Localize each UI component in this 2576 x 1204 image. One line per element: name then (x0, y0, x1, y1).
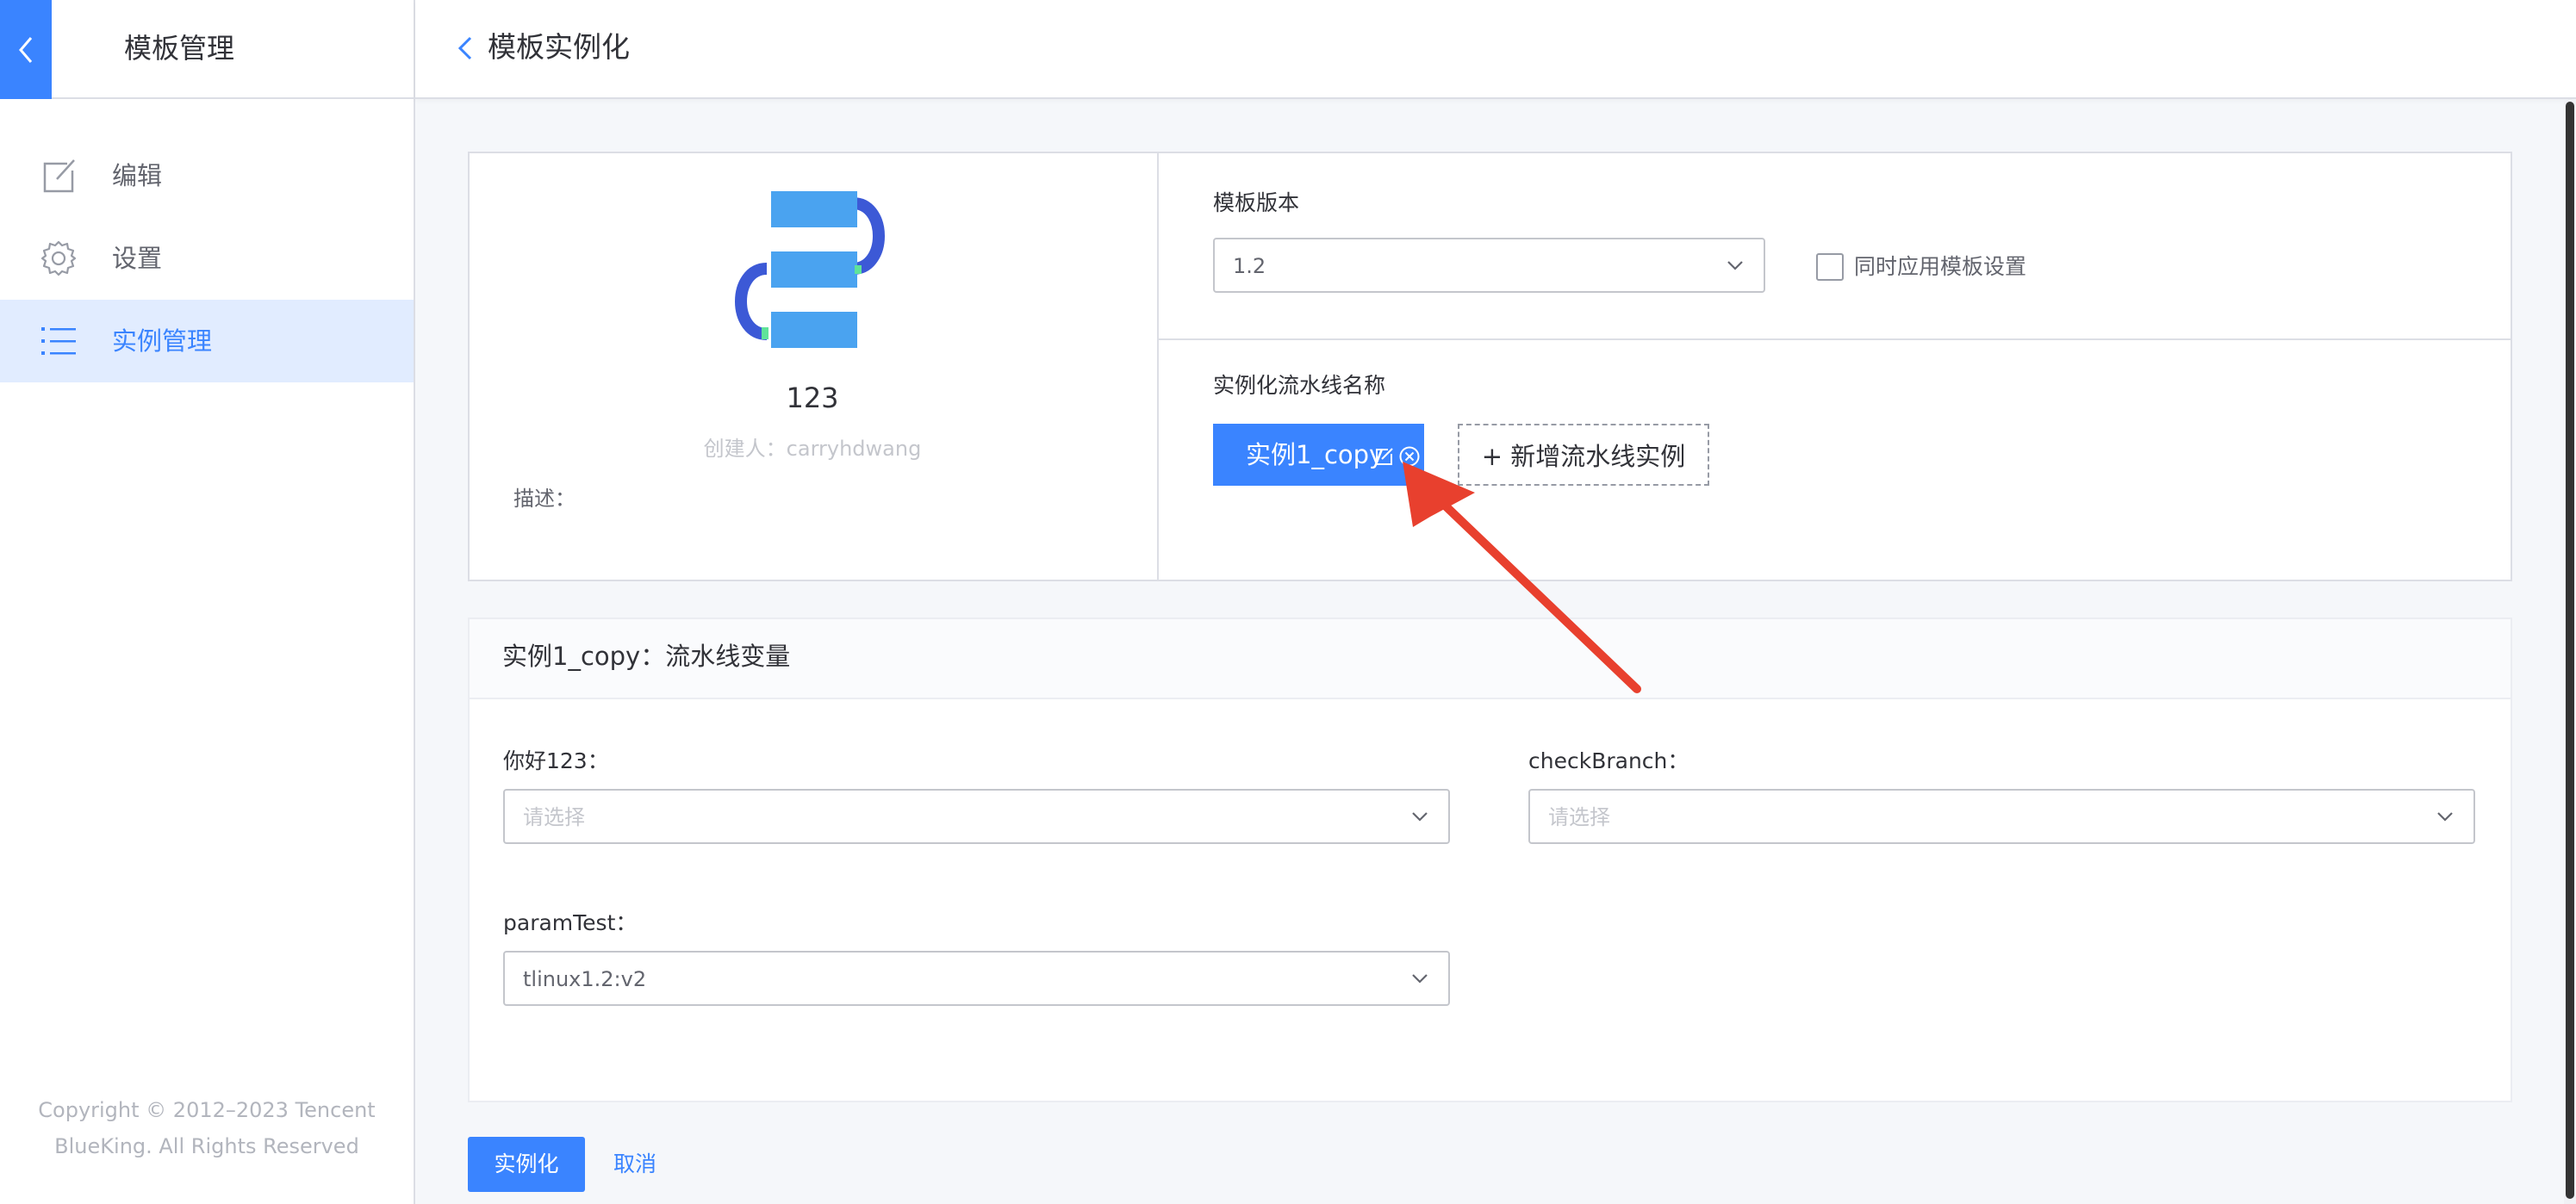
divider (1159, 338, 2512, 340)
select-placeholder: 请选择 (523, 805, 585, 829)
close-circle-icon[interactable] (1398, 445, 1421, 468)
scrollbar-thumb[interactable] (2566, 102, 2574, 1199)
instantiate-button-label: 实例化 (494, 1151, 559, 1176)
template-logo-icon (735, 191, 885, 348)
version-select[interactable]: 1.2 (1213, 238, 1765, 293)
instances-label: 实例化流水线名称 (1213, 373, 1386, 398)
edit-icon[interactable] (1374, 446, 1395, 467)
sidebar-item-instances[interactable]: 实例管理 (0, 300, 414, 382)
sidebar: 模板管理 编辑 设置 实例管理 Copyright © 2012–2023 Te… (0, 0, 415, 1204)
copyright: Copyright © 2012–2023 Tencent BlueKing. … (0, 1092, 414, 1164)
variable-select-paramtest[interactable]: tlinux1.2:v2 (503, 951, 1450, 1006)
sidebar-item-settings[interactable]: 设置 (0, 217, 414, 300)
copyright-line: Copyright © 2012–2023 Tencent (38, 1098, 376, 1122)
variable-select-nihao[interactable]: 请选择 (503, 789, 1450, 844)
variable-label: 你好123： (503, 748, 609, 773)
chevron-left-icon (19, 36, 33, 63)
instantiate-button[interactable]: 实例化 (468, 1137, 585, 1192)
edit-icon (43, 159, 75, 193)
divider (1157, 152, 1159, 581)
sidebar-item-label: 设置 (112, 244, 163, 273)
chevron-down-icon (1727, 261, 1743, 270)
version-value: 1.2 (1233, 254, 1266, 278)
gear-icon (40, 240, 77, 276)
apply-settings-checkbox[interactable] (1816, 253, 1844, 281)
sidebar-header: 模板管理 (0, 0, 414, 99)
variable-label: paramTest： (503, 910, 638, 935)
variables-title: 实例1_copy：流水线变量 (502, 642, 791, 671)
sidebar-item-edit[interactable]: 编辑 (0, 134, 414, 217)
page-title: 模板实例化 (488, 30, 630, 64)
select-value: tlinux1.2:v2 (523, 967, 647, 991)
select-placeholder: 请选择 (1548, 805, 1610, 829)
apply-settings-label[interactable]: 同时应用模板设置 (1854, 251, 2026, 282)
page-header (415, 0, 2576, 99)
template-creator: 创建人：carryhdwang (703, 437, 922, 461)
sidebar-back-button[interactable] (0, 0, 52, 99)
cancel-button[interactable]: 取消 (613, 1148, 656, 1181)
chevron-down-icon (1412, 974, 1428, 984)
variable-label: checkBranch： (1528, 748, 1689, 773)
chevron-left-icon[interactable] (455, 31, 476, 65)
copyright-line: BlueKing. All Rights Reserved (54, 1134, 359, 1158)
instance-tag-label: 实例1_copy (1246, 440, 1384, 469)
add-instance-label: + 新增流水线实例 (1481, 442, 1686, 471)
variable-select-checkbranch[interactable]: 请选择 (1528, 789, 2475, 844)
template-description-label: 描述： (513, 487, 576, 511)
sidebar-item-label: 编辑 (112, 161, 163, 190)
list-icon (41, 327, 76, 355)
instance-tag[interactable]: 实例1_copy (1213, 424, 1424, 486)
sidebar-title: 模板管理 (124, 32, 235, 65)
chevron-down-icon (1412, 812, 1428, 822)
template-name: 123 (786, 382, 839, 414)
add-instance-button[interactable]: + 新增流水线实例 (1458, 424, 1709, 486)
version-label: 模板版本 (1213, 190, 1300, 215)
sidebar-item-label: 实例管理 (112, 326, 213, 356)
chevron-down-icon (2437, 812, 2453, 822)
